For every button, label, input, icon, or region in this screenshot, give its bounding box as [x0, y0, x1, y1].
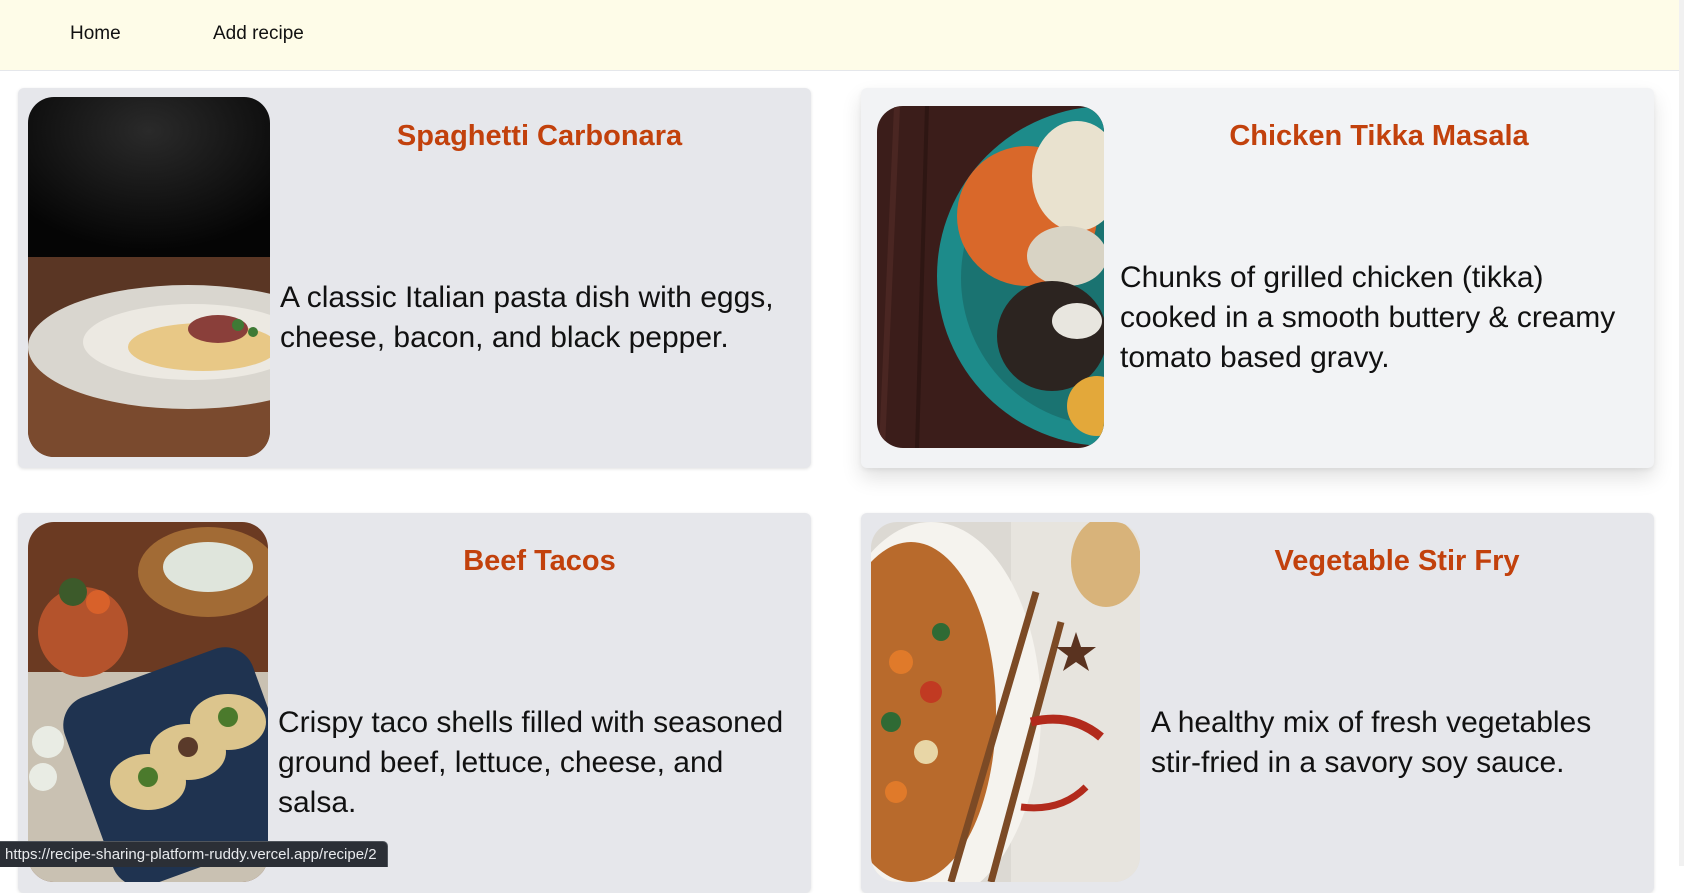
recipe-description: A classic Italian pasta dish with eggs, … [280, 281, 774, 354]
recipe-description: Chunks of grilled chicken (tikka) cooked… [1120, 261, 1616, 374]
navbar: Home Add recipe [0, 0, 1684, 71]
nav-link-home[interactable]: Home [70, 23, 121, 45]
recipe-image-spaghetti-carbonara [28, 97, 270, 457]
nav-link-add-recipe[interactable]: Add recipe [213, 23, 304, 45]
recipe-title[interactable]: Chicken Tikka Masala [1104, 120, 1654, 153]
page-scrollbar[interactable] [1679, 0, 1684, 866]
recipe-title[interactable]: Vegetable Stir Fry [1140, 545, 1654, 578]
recipe-description: A healthy mix of fresh vegetables stir-f… [1151, 706, 1592, 779]
recipe-card-spaghetti-carbonara[interactable]: Spaghetti Carbonara A classic Italian pa… [18, 88, 811, 468]
recipe-description: Crispy taco shells filled with seasoned … [278, 706, 784, 819]
recipe-card-beef-tacos[interactable]: Beef Tacos Crispy taco shells filled wit… [18, 513, 811, 893]
recipe-title[interactable]: Spaghetti Carbonara [268, 120, 811, 153]
recipe-title[interactable]: Beef Tacos [268, 545, 811, 578]
recipe-image-beef-tacos [28, 522, 268, 882]
recipe-image-chicken-tikka-masala [877, 106, 1104, 448]
recipe-card-chicken-tikka-masala[interactable]: Chicken Tikka Masala Chunks of grilled c… [861, 88, 1654, 468]
recipe-card-vegetable-stir-fry[interactable]: Vegetable Stir Fry A healthy mix of fres… [861, 513, 1654, 893]
link-status-bar: https://recipe-sharing-platform-ruddy.ve… [0, 841, 388, 867]
recipe-image-vegetable-stir-fry [871, 522, 1140, 882]
